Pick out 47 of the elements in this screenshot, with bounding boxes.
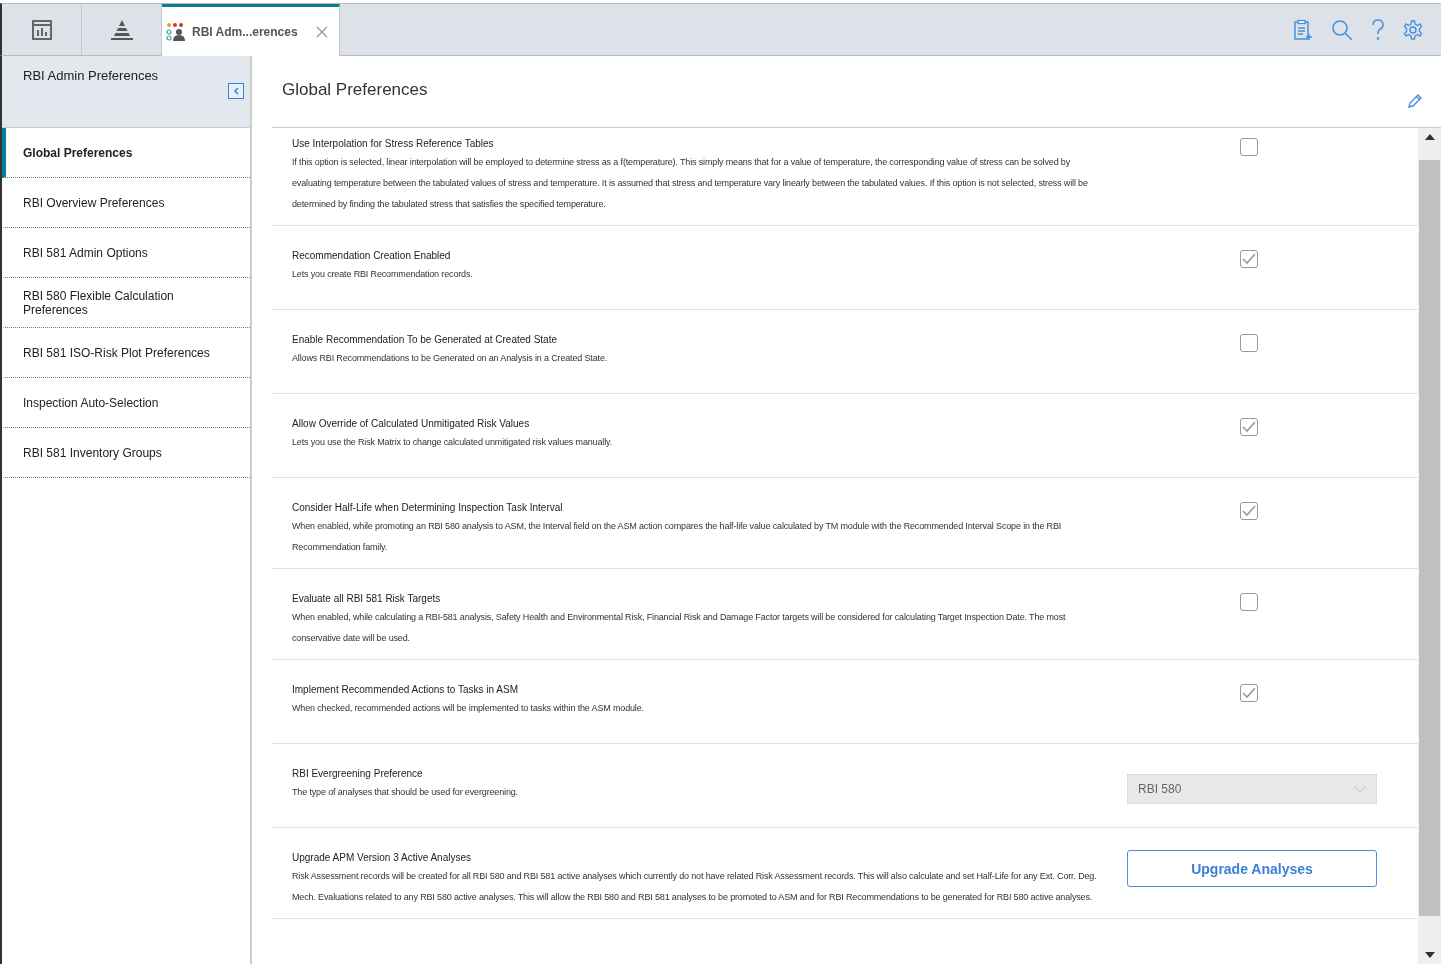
option-title: Use Interpolation for Stress Reference Tables xyxy=(292,137,495,151)
settings-icon[interactable] xyxy=(1403,19,1423,40)
close-icon[interactable] xyxy=(315,25,328,38)
pencil-icon[interactable] xyxy=(1407,93,1423,109)
option-title: Implement Recommended Actions to Tasks in ASM xyxy=(292,683,520,697)
option-title: Recommendation Creation Enabled xyxy=(292,249,452,263)
checkbox[interactable] xyxy=(1240,684,1258,702)
chart-window-icon xyxy=(30,18,53,41)
option-title: Consider Half-Life when Determining Inspection Task Interval xyxy=(292,501,564,515)
option-title: Allow Override of Calculated Unmitigated Risk Values xyxy=(292,417,531,431)
checkbox[interactable] xyxy=(1240,593,1258,611)
dropdown[interactable]: RBI 580 xyxy=(1127,774,1377,804)
option-title: Evaluate all RBI 581 Risk Targets xyxy=(292,592,442,606)
pyramid-icon xyxy=(109,18,134,41)
checkbox[interactable] xyxy=(1240,334,1258,352)
page-tab[interactable]: RBI Adm...erences xyxy=(162,4,340,56)
help-icon[interactable] xyxy=(1371,18,1385,41)
checkbox[interactable] xyxy=(1240,502,1258,520)
page-title: Global Preferences xyxy=(282,80,428,100)
chevron-down-icon xyxy=(1354,785,1366,793)
option-description: Risk Assessment records will be created for all RBI 580 and RBI 581 active analyses which currently do not have related Risk Assessment records. This will also calculate and set Half-Life for any Ext. Corr. Deg. Mech. Evaluations related to any RBI 580 active analyses. This will allow the RBI 580 and RBI 581 analyses to be promoted to ASM and for RBI Recommendations to be generated for RBI 580 active analyses. xyxy=(292,870,1098,904)
option-description: When enabled, while calculating a RBI-581 analysis, Safety Health and Environmental Risk, Financial Risk and Damage Factor targets will be considered for calculating Target Inspection Date. The most conservative date will be used. xyxy=(292,611,1067,645)
scrollbar-thumb[interactable] xyxy=(1419,160,1440,916)
option-description: If this option is selected, linear interpolation will be employed to determine stress as a f(temperature). This simply means that for a value of temperature, the corresponding value of stress can be solved by evaluating temperature between the tabulated values of stress and temperature. It is assumed that stress and temperature vary linearly between the tabulated values. If this option is not selected, stress will be determined by finding the tabulated stress that satisfies the specified temperature. xyxy=(292,156,1089,211)
collapse-button[interactable] xyxy=(228,83,244,99)
arrow-down-icon[interactable] xyxy=(1424,952,1435,958)
scrollbar[interactable] xyxy=(1418,128,1441,964)
option-title: Enable Recommendation To be Generated at Created State xyxy=(292,333,558,347)
checkbox[interactable] xyxy=(1240,250,1258,268)
clipboard-add-icon[interactable] xyxy=(1293,18,1313,41)
checkbox[interactable] xyxy=(1240,418,1258,436)
option-title: RBI Evergreening Preference xyxy=(292,767,424,781)
option-description: Lets you use the Risk Matrix to change calculated unmitigated risk values manually. xyxy=(292,436,614,449)
upgrade-button[interactable]: Upgrade Analyses xyxy=(1127,850,1377,887)
sidebar-item[interactable]: Global Preferences xyxy=(2,128,250,178)
option-description: Allows RBI Recommendations to be Generated on an Analysis in a Created State. xyxy=(292,352,609,365)
search-icon[interactable] xyxy=(1331,18,1353,41)
option-title: Upgrade APM Version 3 Active Analyses xyxy=(292,851,472,865)
arrow-up-icon[interactable] xyxy=(1424,134,1435,140)
people-group-icon xyxy=(166,21,186,42)
option-description: When checked, recommended actions will be implemented to tasks within the ASM module. xyxy=(292,702,645,715)
option-description: When enabled, while promoting an RBI 580 analysis to ASM, the Interval field on the ASM action compares the half-life value calculated by TM module with the Recommended Interval Scope in the RBI Recommendation family. xyxy=(292,520,1063,554)
option-description: The type of analyses that should be used for evergreening. xyxy=(292,786,519,799)
chevron-left-icon xyxy=(233,87,239,95)
checkbox[interactable] xyxy=(1240,138,1258,156)
sidebar-title: RBI Admin Preferences xyxy=(23,68,159,83)
option-description: Lets you create RBI Recommendation records. xyxy=(292,268,474,281)
